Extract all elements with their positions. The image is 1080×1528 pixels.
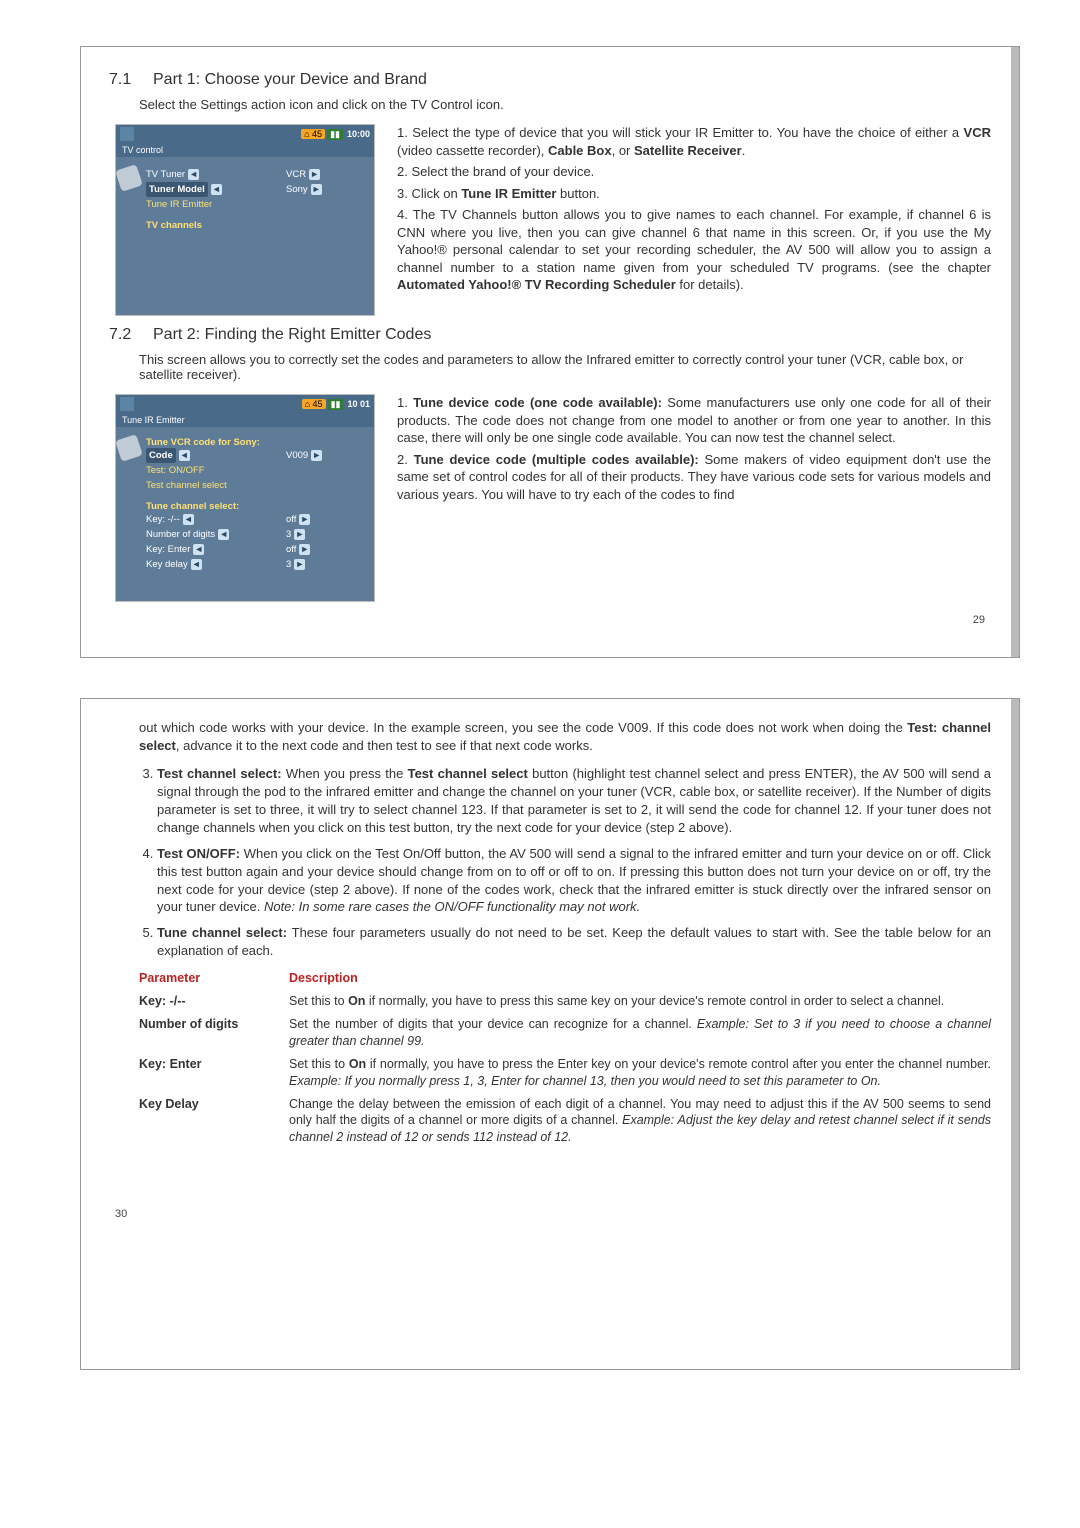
home-icon xyxy=(120,397,134,411)
breadcrumb: TV control xyxy=(116,143,374,157)
row-7-1: ⌂ 45 ▮▮ 10:00 TV control TV Tuner◄ VCR► … xyxy=(115,124,991,316)
screenshot-tv-control: ⌂ 45 ▮▮ 10:00 TV control TV Tuner◄ VCR► … xyxy=(115,124,375,316)
battery-badge: ⌂ 45 xyxy=(301,129,325,139)
table-header: Parameter Description xyxy=(139,970,991,987)
row-tuner-model: Tuner Model◄ Sony► xyxy=(146,182,366,197)
breadcrumb: Tune IR Emitter xyxy=(116,413,374,427)
section-7-1-heading: 7.1Part 1: Choose your Device and Brand xyxy=(109,71,991,89)
group-2-title: Tune channel select: xyxy=(146,501,366,512)
battery-badge: ⌂ 45 xyxy=(302,399,326,409)
table-row: Key Delay Change the delay between the e… xyxy=(139,1096,991,1147)
home-icon xyxy=(120,127,134,141)
right-arrow-icon: ► xyxy=(311,184,322,195)
page-30: out which code works with your device. I… xyxy=(80,698,1020,1370)
device-icon xyxy=(115,434,143,462)
left-arrow-icon: ◄ xyxy=(211,184,222,195)
section-7-2-heading: 7.2Part 2: Finding the Right Emitter Cod… xyxy=(109,326,991,344)
device-icon xyxy=(115,164,143,192)
page-29: 7.1Part 1: Choose your Device and Brand … xyxy=(80,46,1020,658)
battery-icon: ▮▮ xyxy=(328,399,344,410)
section-7-1-intro: Select the Settings action icon and clic… xyxy=(139,97,991,112)
continuation-text: out which code works with your device. I… xyxy=(139,719,991,755)
instructions-7-1: 1. Select the type of device that you wi… xyxy=(397,124,991,316)
screenshot-titlebar: ⌂ 45 ▮▮ 10:00 xyxy=(116,125,374,143)
list-item: Test ON/OFF: When you click on the Test … xyxy=(157,845,991,917)
row-7-2: ⌂ 45 ▮▮ 10 01 Tune IR Emitter Tune VCR c… xyxy=(115,394,991,602)
screenshot-ir-emitter: ⌂ 45 ▮▮ 10 01 Tune IR Emitter Tune VCR c… xyxy=(115,394,375,602)
clock: 10 01 xyxy=(347,399,370,409)
group-1-title: Tune VCR code for Sony: xyxy=(146,437,366,448)
row-tune-ir: Tune IR Emitter xyxy=(146,197,366,212)
table-row: Key: Enter Set this to On if normally, y… xyxy=(139,1056,991,1090)
table-row: Number of digits Set the number of digit… xyxy=(139,1016,991,1050)
document: 29 7.1Part 1: Choose your Device and Bra… xyxy=(0,46,1080,1370)
screenshot-titlebar: ⌂ 45 ▮▮ 10 01 xyxy=(116,395,374,413)
screenshot-body: TV Tuner◄ VCR► Tuner Model◄ Sony► Tune I… xyxy=(116,157,374,315)
clock: 10:00 xyxy=(347,129,370,139)
screenshot-body: Tune VCR code for Sony: Code◄V009► Test:… xyxy=(116,427,374,601)
page-number-29: 29 xyxy=(109,612,991,628)
page-number-30: 30 xyxy=(109,1206,991,1222)
numbered-list: Test channel select: When you press the … xyxy=(157,765,991,960)
table-row: Key: -/-- Set this to On if normally, yo… xyxy=(139,993,991,1010)
list-item: Test channel select: When you press the … xyxy=(157,765,991,837)
list-item: Tune channel select: These four paramete… xyxy=(157,924,991,960)
parameter-table: Parameter Description Key: -/-- Set this… xyxy=(139,970,991,1146)
row-tv-tuner: TV Tuner◄ VCR► xyxy=(146,167,366,182)
tv-channels-label: TV channels xyxy=(146,220,366,231)
section-7-2-intro: This screen allows you to correctly set … xyxy=(139,352,991,382)
instructions-7-2: 1. Tune device code (one code available)… xyxy=(397,394,991,602)
battery-icon: ▮▮ xyxy=(327,129,343,140)
right-arrow-icon: ► xyxy=(309,169,320,180)
left-arrow-icon: ◄ xyxy=(188,169,199,180)
